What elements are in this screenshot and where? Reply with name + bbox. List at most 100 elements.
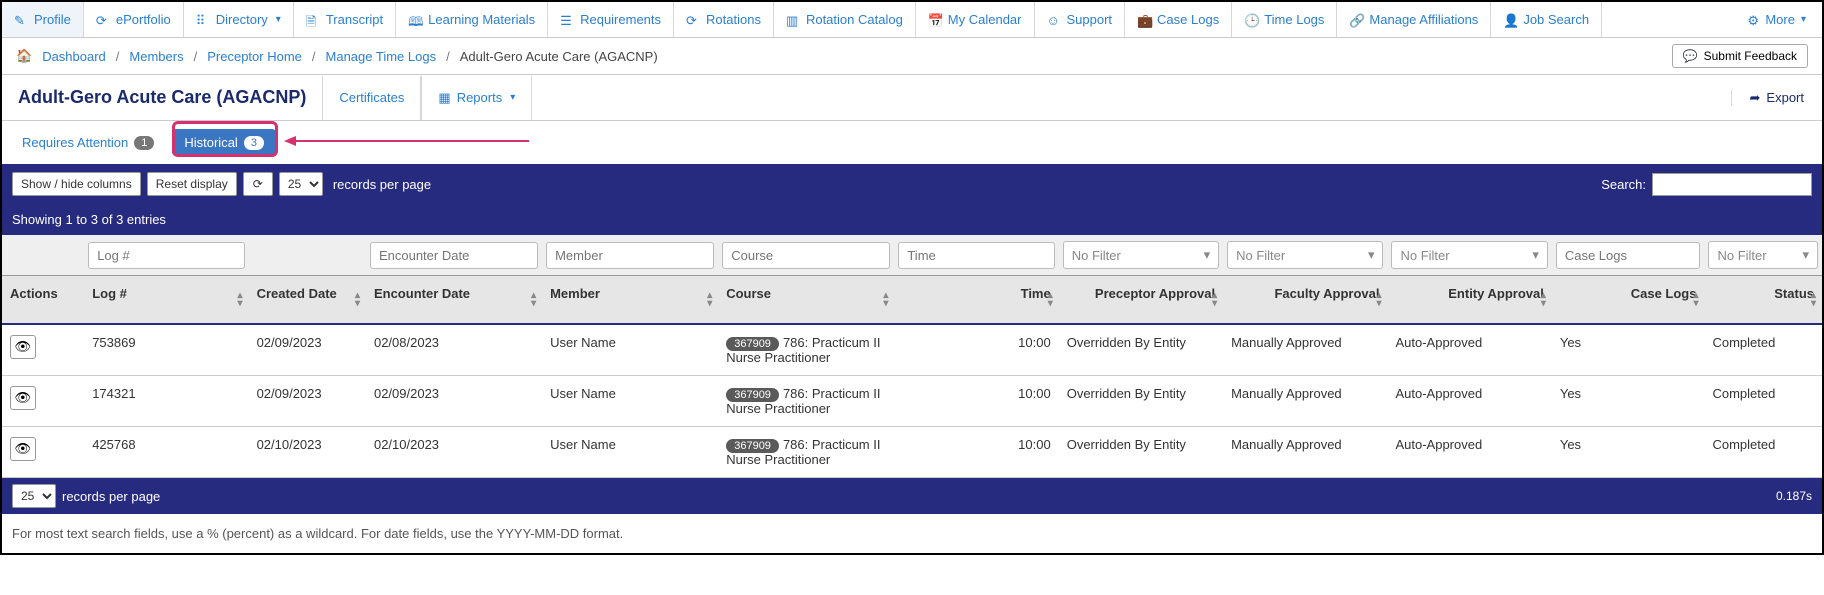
nav-time-logs[interactable]: 🕒Time Logs bbox=[1232, 2, 1337, 37]
cell-member: User Name bbox=[542, 376, 718, 427]
nav-case-logs[interactable]: 💼Case Logs bbox=[1125, 2, 1232, 37]
catalog-icon: ▥ bbox=[786, 13, 800, 27]
filter-faculty[interactable]: No Filter▾ bbox=[1227, 241, 1383, 269]
rpp-label-bottom: records per page bbox=[62, 489, 160, 504]
rpp-label: records per page bbox=[333, 177, 431, 192]
gear-icon: ⚙ bbox=[1747, 13, 1761, 27]
cell-log: 753869 bbox=[84, 324, 248, 376]
eye-icon: 👁 bbox=[15, 390, 32, 406]
subtab-reports[interactable]: ▦Reports▾ bbox=[421, 76, 532, 120]
historical-count-badge: 3 bbox=[244, 136, 264, 150]
caret-down-icon: ▾ bbox=[1802, 247, 1809, 263]
refresh-button[interactable]: ⟳ bbox=[243, 172, 273, 196]
requires-count-badge: 1 bbox=[134, 136, 154, 150]
th-actions: Actions bbox=[2, 276, 84, 325]
export-icon: ➦ bbox=[1750, 90, 1761, 106]
header-row: Actions Log #▴▾ Created Date▴▾ Encounter… bbox=[2, 276, 1822, 325]
link-icon: 🔗 bbox=[1349, 13, 1363, 27]
cell-entity: Auto-Approved bbox=[1387, 324, 1551, 376]
top-nav: ✎Profile ⟳ePortfolio ⠿Directory▾ 🗎Transc… bbox=[2, 2, 1822, 38]
filter-encounter[interactable] bbox=[370, 242, 538, 269]
caret-down-icon: ▾ bbox=[276, 14, 281, 25]
nav-job-search[interactable]: 👤Job Search bbox=[1491, 2, 1602, 37]
chat-icon: 💬 bbox=[1683, 49, 1698, 63]
cell-status: Completed bbox=[1704, 427, 1822, 478]
filter-status[interactable]: No Filter▾ bbox=[1708, 241, 1818, 269]
view-button[interactable]: 👁 bbox=[10, 437, 36, 461]
course-badge: 367909 bbox=[726, 388, 779, 402]
search-input[interactable] bbox=[1652, 173, 1812, 196]
nav-more[interactable]: ⚙More▾ bbox=[1731, 2, 1822, 37]
crumb-dashboard[interactable]: Dashboard bbox=[42, 49, 106, 64]
th-time[interactable]: Time▴▾ bbox=[894, 276, 1058, 325]
nav-learning-materials[interactable]: 🕮Learning Materials bbox=[396, 2, 548, 37]
showing-text: Showing 1 to 3 of 3 entries bbox=[2, 204, 1822, 235]
th-member[interactable]: Member▴▾ bbox=[542, 276, 718, 325]
cell-course: 367909786: Practicum II Nurse Practition… bbox=[718, 324, 894, 376]
nav-my-calendar[interactable]: 📅My Calendar bbox=[916, 2, 1035, 37]
filter-log[interactable] bbox=[88, 242, 244, 269]
cell-time: 10:00 bbox=[894, 427, 1058, 478]
table-row: 👁42576802/10/202302/10/2023User Name3679… bbox=[2, 427, 1822, 478]
view-button[interactable]: 👁 bbox=[10, 386, 36, 410]
search-label: Search: bbox=[1601, 177, 1646, 192]
th-caselogs[interactable]: Case Logs▴▾ bbox=[1552, 276, 1705, 325]
cell-course: 367909786: Practicum II Nurse Practition… bbox=[718, 427, 894, 478]
th-faculty[interactable]: Faculty Approval▴▾ bbox=[1223, 276, 1387, 325]
th-log[interactable]: Log #▴▾ bbox=[84, 276, 248, 325]
page-size-select[interactable]: 25 bbox=[279, 172, 323, 196]
submit-feedback-button[interactable]: 💬Submit Feedback bbox=[1672, 44, 1808, 68]
time-logs-table: No Filter▾ No Filter▾ No Filter▾ No Filt… bbox=[2, 235, 1822, 478]
th-precept[interactable]: Preceptor Approval▴▾ bbox=[1059, 276, 1223, 325]
filter-caselogs[interactable] bbox=[1556, 242, 1701, 269]
cell-log: 425768 bbox=[84, 427, 248, 478]
sort-icon: ▴▾ bbox=[1212, 292, 1217, 308]
filter-time[interactable] bbox=[898, 242, 1054, 269]
sort-icon: ▴▾ bbox=[1811, 292, 1816, 308]
crumb-manage-time-logs[interactable]: Manage Time Logs bbox=[326, 49, 437, 64]
checklist-icon: ☰ bbox=[560, 13, 574, 27]
table-icon: ▦ bbox=[438, 90, 450, 106]
annotation-arrow-icon bbox=[284, 135, 534, 147]
cell-caselogs: Yes bbox=[1552, 427, 1705, 478]
tab-requires-attention[interactable]: Requires Attention 1 bbox=[10, 129, 166, 156]
search-person-icon: 👤 bbox=[1503, 13, 1517, 27]
nav-requirements[interactable]: ☰Requirements bbox=[548, 2, 674, 37]
sort-icon: ▴▾ bbox=[1693, 292, 1698, 308]
nav-directory[interactable]: ⠿Directory▾ bbox=[184, 2, 294, 37]
crumb-preceptor-home[interactable]: Preceptor Home bbox=[207, 49, 302, 64]
th-status[interactable]: Status▴▾ bbox=[1704, 276, 1822, 325]
nav-rotation-catalog[interactable]: ▥Rotation Catalog bbox=[774, 2, 916, 37]
filter-entity[interactable]: No Filter▾ bbox=[1391, 241, 1547, 269]
view-button[interactable]: 👁 bbox=[10, 335, 36, 359]
cell-faculty: Manually Approved bbox=[1223, 376, 1387, 427]
th-created[interactable]: Created Date▴▾ bbox=[249, 276, 366, 325]
cell-faculty: Manually Approved bbox=[1223, 427, 1387, 478]
nav-rotations[interactable]: ⟳Rotations bbox=[674, 2, 774, 37]
nav-eportfolio[interactable]: ⟳ePortfolio bbox=[84, 2, 184, 37]
crumb-members[interactable]: Members bbox=[129, 49, 183, 64]
reset-display-button[interactable]: Reset display bbox=[147, 172, 237, 196]
th-course[interactable]: Course▴▾ bbox=[718, 276, 894, 325]
page-size-select-bottom[interactable]: 25 bbox=[12, 484, 56, 508]
caret-down-icon: ▾ bbox=[1801, 14, 1806, 25]
cell-member: User Name bbox=[542, 427, 718, 478]
cell-status: Completed bbox=[1704, 376, 1822, 427]
filter-member[interactable] bbox=[546, 242, 714, 269]
filter-course[interactable] bbox=[722, 242, 890, 269]
nav-manage-affiliations[interactable]: 🔗Manage Affiliations bbox=[1337, 2, 1491, 37]
cell-encounter: 02/10/2023 bbox=[366, 427, 542, 478]
filter-preceptor[interactable]: No Filter▾ bbox=[1063, 241, 1219, 269]
th-encounter[interactable]: Encounter Date▴▾ bbox=[366, 276, 542, 325]
export-button[interactable]: ➦Export bbox=[1731, 90, 1822, 106]
subtab-certificates[interactable]: Certificates bbox=[322, 76, 421, 120]
nav-support[interactable]: ☺Support bbox=[1035, 2, 1126, 37]
show-hide-columns-button[interactable]: Show / hide columns bbox=[12, 172, 141, 196]
th-entity[interactable]: Entity Approval▴▾ bbox=[1387, 276, 1551, 325]
table-row: 👁75386902/09/202302/08/2023User Name3679… bbox=[2, 324, 1822, 376]
nav-transcript[interactable]: 🗎Transcript bbox=[294, 2, 396, 37]
tab-historical[interactable]: Historical 3 bbox=[172, 129, 276, 156]
nav-profile[interactable]: ✎Profile bbox=[2, 2, 84, 37]
book-icon: 🕮 bbox=[408, 13, 422, 27]
cell-caselogs: Yes bbox=[1552, 324, 1705, 376]
